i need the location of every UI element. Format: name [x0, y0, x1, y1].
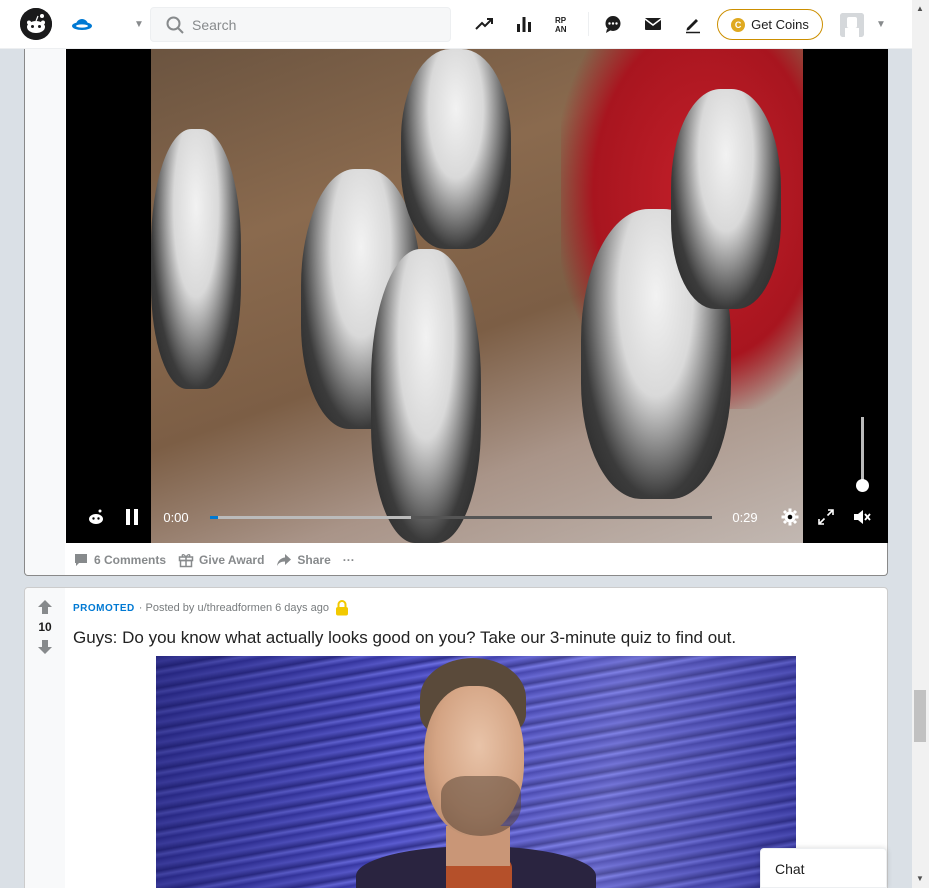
- volume-slider-track[interactable]: [861, 417, 864, 485]
- reddit-video-logo-icon[interactable]: [86, 499, 106, 535]
- promoted-image-beard: [441, 776, 521, 836]
- feed-icon[interactable]: [70, 12, 94, 36]
- video-progress-bar[interactable]: [210, 516, 712, 519]
- share-icon: [277, 554, 292, 566]
- promoted-post: 10 PROMOTED · Posted by u/threadformen 6…: [24, 587, 888, 888]
- comments-button[interactable]: 6 Comments: [73, 552, 166, 568]
- share-button[interactable]: Share: [276, 552, 331, 568]
- chat-button[interactable]: Chat: [760, 848, 887, 888]
- post-meta: PROMOTED · Posted by u/threadformen 6 da…: [73, 600, 349, 616]
- svg-text:RP: RP: [555, 16, 567, 25]
- video-controls: 0:00 0:29: [66, 499, 888, 535]
- pause-icon[interactable]: [122, 499, 142, 535]
- video-post: 0:00 0:29 6 Comments Give Award Share ··…: [24, 49, 888, 576]
- comments-label: 6 Comments: [94, 553, 167, 567]
- rpan-icon[interactable]: RP AN: [553, 13, 575, 35]
- comment-icon: [75, 554, 87, 566]
- mail-icon[interactable]: [642, 13, 664, 35]
- search-icon: [166, 16, 184, 34]
- fullscreen-icon[interactable]: [815, 499, 837, 535]
- search-bar[interactable]: [150, 7, 451, 42]
- volume-slider-knob[interactable]: [856, 479, 869, 492]
- more-options-icon[interactable]: ···: [343, 553, 355, 567]
- reddit-logo-icon[interactable]: [20, 8, 52, 40]
- video-played-bar: [210, 516, 218, 519]
- create-post-icon[interactable]: [682, 13, 704, 35]
- video-frame-husky-puppies: [151, 49, 803, 543]
- user-avatar-icon[interactable]: [840, 13, 864, 37]
- chat-icon[interactable]: [602, 13, 624, 35]
- vote-rail: 10: [25, 588, 65, 888]
- more-options-label: ···: [342, 553, 355, 567]
- svg-text:AN: AN: [555, 25, 567, 34]
- user-menu-chevron-icon[interactable]: ▼: [876, 19, 886, 30]
- video-scene-puppy: [671, 89, 781, 309]
- downvote-arrow-icon[interactable]: [37, 639, 53, 655]
- posted-by[interactable]: · Posted by u/threadformen 6 days ago: [139, 602, 329, 614]
- video-scene-puppy: [401, 49, 511, 249]
- share-label: Share: [297, 553, 331, 567]
- give-award-button[interactable]: Give Award: [178, 552, 264, 568]
- upvote-arrow-icon[interactable]: [37, 599, 53, 615]
- gift-icon: [178, 554, 194, 568]
- coins-icon: C: [731, 17, 746, 32]
- get-coins-button[interactable]: C Get Coins: [717, 9, 823, 40]
- video-buffer-bar: [210, 516, 411, 519]
- promoted-badge: PROMOTED: [73, 602, 135, 614]
- video-duration: 0:29: [732, 509, 758, 525]
- scroll-down-arrow-icon[interactable]: ▼: [916, 874, 924, 883]
- video-player[interactable]: 0:00 0:29: [66, 49, 888, 543]
- scroll-up-arrow-icon[interactable]: ▲: [916, 4, 924, 13]
- scroll-thumb[interactable]: [914, 690, 926, 742]
- chat-label: Chat: [775, 861, 805, 877]
- get-coins-label: Get Coins: [751, 17, 809, 32]
- popular-icon[interactable]: [473, 13, 495, 35]
- vote-rail: [25, 49, 65, 575]
- post-title[interactable]: Guys: Do you know what actually looks go…: [73, 628, 736, 648]
- search-input[interactable]: [192, 16, 432, 33]
- header-divider: [588, 12, 589, 36]
- page-scrollbar[interactable]: ▲ ▼: [912, 0, 929, 888]
- vote-count: 10: [38, 620, 52, 634]
- all-icon[interactable]: [513, 13, 535, 35]
- promoted-image[interactable]: [156, 656, 796, 888]
- video-scene-puppy: [151, 129, 241, 389]
- feed-dropdown-chevron-icon[interactable]: ▼: [134, 19, 144, 30]
- top-header: ▼ RPAN C Get Coins ▼: [0, 0, 912, 49]
- post-action-bar: 6 Comments Give Award Share ···: [73, 550, 367, 570]
- give-award-label: Give Award: [199, 553, 265, 567]
- current-time: 0:00: [163, 509, 189, 525]
- lock-icon: [335, 600, 348, 616]
- muted-volume-icon[interactable]: [851, 499, 873, 535]
- settings-gear-icon[interactable]: [779, 499, 801, 535]
